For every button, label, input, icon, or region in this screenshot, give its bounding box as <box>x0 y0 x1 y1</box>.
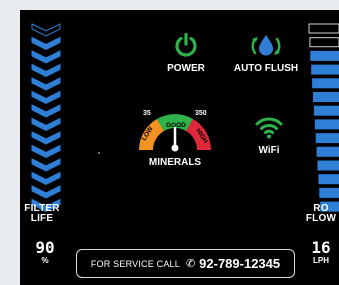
ro-flow-unit: LPH <box>313 256 329 265</box>
ro-flow-segment <box>309 37 339 48</box>
power-label: POWER <box>167 63 205 74</box>
ro-display-panel: FILTER LIFE 90 % RO FLOW 16 LPH POWER AU… <box>20 10 339 285</box>
ro-flow-readout: 16 LPH <box>304 238 338 266</box>
filter-life-segment <box>31 171 61 186</box>
ro-flow-gauge <box>308 23 339 212</box>
filter-life-segment <box>31 23 61 37</box>
ro-flow-segment <box>310 50 339 61</box>
ro-flow-segment <box>314 119 339 130</box>
filter-life-segment <box>31 158 61 172</box>
indicator-dot <box>98 152 100 154</box>
filter-life-gauge <box>31 23 61 213</box>
minerals-label: MINERALS <box>148 157 202 168</box>
filter-life-label-line2: LIFE <box>30 213 54 224</box>
ro-flow-label: RO FLOW <box>302 204 339 224</box>
wifi-button[interactable]: WiFi <box>246 114 292 157</box>
ro-flow-segment <box>319 187 339 198</box>
filter-life-segment <box>31 90 61 105</box>
filter-life-readout: 90 % <box>30 238 60 266</box>
filter-life-segment <box>31 144 61 159</box>
auto-flush-button[interactable]: AUTO FLUSH <box>228 32 304 75</box>
ro-flow-label-line2: FLOW <box>305 213 337 224</box>
minerals-button[interactable]: 35 350 LOW GOOD HIGH MINERALS <box>130 106 220 169</box>
ro-flow-segment <box>312 78 339 89</box>
ro-flow-segment <box>308 23 339 34</box>
water-drop-cycle-icon <box>251 35 281 56</box>
service-phone-number: 92-789-12345 <box>199 256 281 271</box>
ro-flow-segment <box>317 160 339 171</box>
service-call-label: FOR SERVICE CALL <box>90 258 180 269</box>
filter-life-unit: % <box>41 256 49 265</box>
ro-flow-segment <box>315 133 339 144</box>
filter-life-segment <box>31 36 61 51</box>
ro-flow-segment <box>313 105 339 116</box>
filter-life-segment <box>31 63 61 78</box>
ro-flow-segment <box>313 92 339 102</box>
filter-life-label: FILTER LIFE <box>24 204 60 224</box>
service-call-box[interactable]: FOR SERVICE CALL ✆ 92-789-12345 <box>76 249 295 278</box>
filter-life-value: 90 <box>35 238 55 257</box>
filter-life-segment <box>31 117 61 132</box>
filter-life-segment <box>31 131 61 145</box>
phone-icon: ✆ <box>185 258 196 270</box>
wifi-icon <box>255 117 283 139</box>
filter-life-segment <box>31 77 61 91</box>
ro-flow-segment <box>311 64 339 75</box>
minerals-max-value: 350 <box>195 110 207 117</box>
minerals-min-value: 35 <box>143 110 151 117</box>
wifi-label: WiFi <box>258 145 280 156</box>
power-icon <box>175 32 197 57</box>
filter-life-segment <box>31 185 61 199</box>
auto-flush-label: AUTO FLUSH <box>233 63 299 74</box>
filter-life-segment <box>31 104 61 118</box>
minerals-gauge-icon: 35 350 LOW GOOD HIGH <box>139 110 211 152</box>
ro-flow-segment <box>316 146 339 157</box>
ro-flow-value: 16 <box>311 238 331 257</box>
filter-life-segment <box>31 50 61 64</box>
power-button[interactable]: POWER <box>150 32 222 75</box>
ro-flow-segment <box>318 174 339 185</box>
